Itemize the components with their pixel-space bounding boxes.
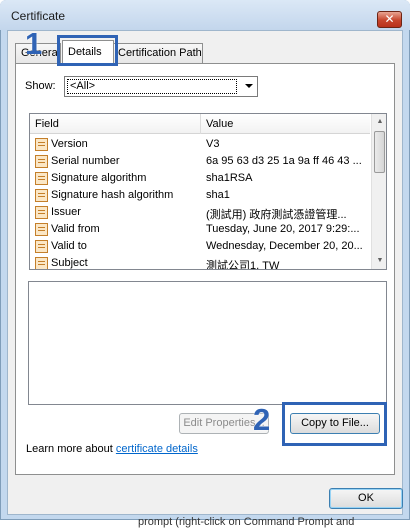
certificate-field-icon <box>35 172 48 185</box>
field-value: sha1 <box>206 189 230 201</box>
field-name: Subject <box>51 257 88 269</box>
callout-number-1: 1 <box>25 26 43 61</box>
list-item[interactable]: Valid from Tuesday, June 20, 2017 9:29:.… <box>30 221 370 238</box>
ok-button[interactable]: OK <box>329 488 403 509</box>
certificate-field-icon <box>35 257 48 269</box>
field-name: Valid from <box>51 223 100 235</box>
show-dropdown-value: <All> <box>67 79 237 94</box>
vertical-scrollbar[interactable]: ▲ ▼ <box>371 114 386 269</box>
list-header: Field Value <box>30 114 370 134</box>
learn-more-text: Learn more about certificate details <box>26 443 198 455</box>
window-title: Certificate <box>11 9 66 23</box>
callout-number-2: 2 <box>253 402 271 437</box>
background-page-text: prompt (right-click on Command Prompt an… <box>138 516 355 528</box>
field-name: Signature algorithm <box>51 172 147 184</box>
list-item[interactable]: Signature hash algorithm sha1 <box>30 187 370 204</box>
certificate-field-icon <box>35 138 48 151</box>
show-dropdown[interactable]: <All> <box>64 76 258 97</box>
field-value: Tuesday, June 20, 2017 9:29:... <box>206 223 360 235</box>
callout-highlight-copy-to-file <box>282 402 387 446</box>
callout-highlight-details <box>57 35 118 66</box>
certificate-field-icon <box>35 240 48 253</box>
field-name: Serial number <box>51 155 120 167</box>
list-item[interactable]: Subject 測試公司1, TW <box>30 255 370 270</box>
list-item[interactable]: Version V3 <box>30 136 370 153</box>
scroll-up-icon[interactable]: ▲ <box>372 114 386 130</box>
certificate-field-icon <box>35 206 48 219</box>
column-header-field[interactable]: Field <box>35 118 59 130</box>
certificate-field-icon <box>35 155 48 168</box>
tab-certification-path[interactable]: Certification Path <box>112 43 203 64</box>
certificate-field-icon <box>35 189 48 202</box>
field-value: 6a 95 63 d3 25 1a 9a ff 46 43 ... <box>206 155 362 167</box>
learn-more-prefix: Learn more about <box>26 443 116 455</box>
list-item[interactable]: Issuer (測試用) 政府測試憑證管理... <box>30 204 370 221</box>
certificate-details-link[interactable]: certificate details <box>116 443 198 455</box>
list-item[interactable]: Serial number 6a 95 63 d3 25 1a 9a ff 46… <box>30 153 370 170</box>
field-name: Version <box>51 138 88 150</box>
column-divider[interactable] <box>200 114 201 134</box>
field-name: Valid to <box>51 240 87 252</box>
field-value: V3 <box>206 138 220 150</box>
field-name: Signature hash algorithm <box>51 189 174 201</box>
title-bar[interactable]: Certificate <box>0 0 410 30</box>
list-item[interactable]: Signature algorithm sha1RSA <box>30 170 370 187</box>
certificate-field-icon <box>35 223 48 236</box>
scrollbar-thumb[interactable] <box>374 131 385 173</box>
field-value: 測試公司1, TW <box>206 260 280 270</box>
field-list[interactable]: Field Value Version V3 Serial number 6a … <box>29 113 387 270</box>
close-icon: ✕ <box>384 12 395 26</box>
field-value: sha1RSA <box>206 172 253 184</box>
scroll-down-icon[interactable]: ▼ <box>372 253 386 269</box>
chevron-down-icon <box>245 84 253 88</box>
field-name: Issuer <box>51 206 81 218</box>
close-button[interactable]: ✕ <box>377 11 402 28</box>
value-detail-box[interactable] <box>28 281 387 405</box>
field-value: (測試用) 政府測試憑證管理... <box>206 209 347 221</box>
field-value: Wednesday, December 20, 20... <box>206 240 363 252</box>
show-label: Show: <box>25 80 56 92</box>
list-item[interactable]: Valid to Wednesday, December 20, 20... <box>30 238 370 255</box>
column-header-value[interactable]: Value <box>206 118 233 130</box>
